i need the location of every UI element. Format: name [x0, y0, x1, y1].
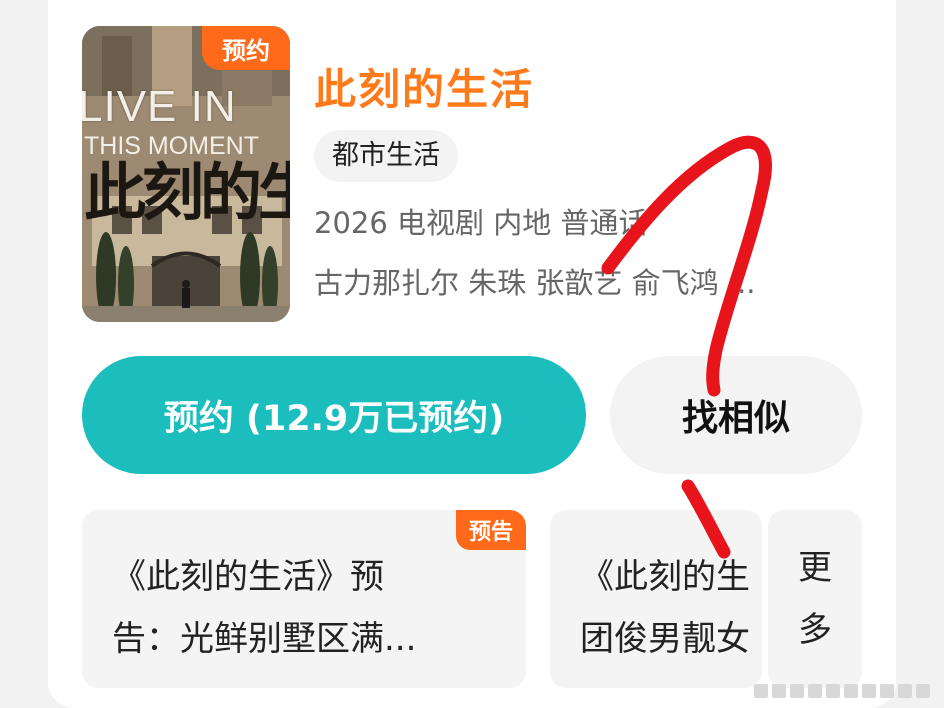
show-meta: 2026 电视剧 内地 普通话 — [314, 206, 648, 240]
poster-title-chinese: 此刻的生活 — [84, 156, 290, 229]
clip-text: 《此刻的生活》预 告：光鲜别墅区满... — [112, 546, 416, 670]
poster-title-english: LIVE IN — [82, 82, 237, 131]
watermark — [754, 684, 930, 698]
trailer-clip-card[interactable]: 《此刻的生活》预 告：光鲜别墅区满... 预告 — [82, 510, 526, 688]
clip-card[interactable]: 《此刻的生 团俊男靓女 — [550, 510, 762, 688]
find-similar-button[interactable]: 找相似 — [610, 356, 862, 474]
clip-title-line1: 《此刻的生 — [580, 557, 750, 597]
reserve-badge: 预约 — [202, 26, 290, 70]
clip-title-line1: 《此刻的生活》预 — [112, 557, 384, 597]
reserve-button[interactable]: 预约 (12.9万已预约) — [82, 356, 586, 474]
show-title[interactable]: 此刻的生活 — [314, 56, 534, 117]
more-button[interactable]: 更 多 — [768, 510, 862, 688]
show-cast: 古力那扎尔 朱珠 张歆艺 俞飞鸿 ... — [314, 266, 756, 300]
clip-text: 《此刻的生 团俊男靓女 — [580, 546, 750, 670]
more-label-line2: 多 — [798, 610, 832, 650]
trailer-badge: 预告 — [456, 510, 526, 550]
genre-tag[interactable]: 都市生活 — [314, 130, 458, 182]
clip-title-line2: 告：光鲜别墅区满... — [112, 619, 417, 659]
more-label-line1: 更 — [798, 548, 832, 588]
clip-title-line2: 团俊男靓女 — [580, 619, 750, 659]
show-poster[interactable]: LIVE IN THIS MOMENT 此刻的生活 预约 — [82, 26, 290, 322]
